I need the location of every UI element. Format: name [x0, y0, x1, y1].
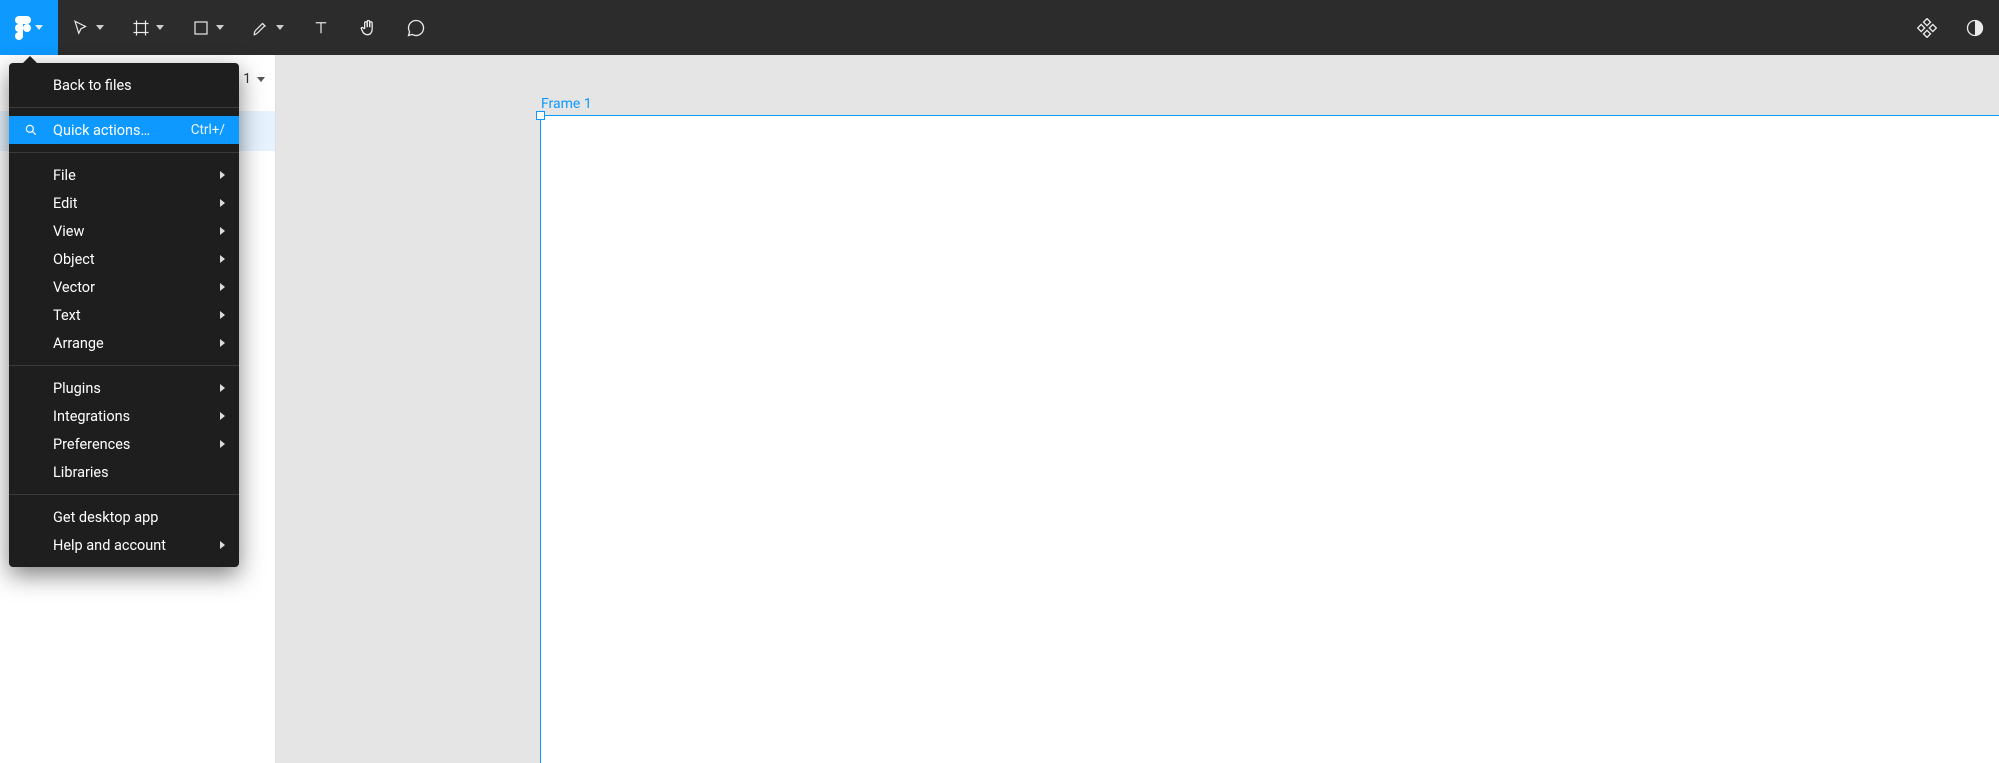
- submenu-arrow-icon: [220, 339, 225, 347]
- menu-item-label: Object: [53, 251, 95, 268]
- chevron-down-icon: [257, 77, 265, 82]
- menu-item-label: Get desktop app: [53, 509, 158, 526]
- rectangle-icon: [192, 19, 210, 37]
- submenu-arrow-icon: [220, 541, 225, 549]
- menu-divider: [9, 152, 239, 153]
- menu-item-label: Back to files: [53, 77, 132, 94]
- components-icon: [1917, 18, 1937, 38]
- shape-tool[interactable]: [178, 0, 238, 55]
- search-icon: [23, 122, 39, 138]
- hand-icon: [358, 18, 378, 38]
- resize-handle-tl[interactable]: [536, 111, 545, 120]
- chevron-down-icon: [96, 25, 104, 30]
- submenu-arrow-icon: [220, 412, 225, 420]
- main-menu-button[interactable]: [0, 0, 58, 55]
- comment-tool[interactable]: [392, 0, 440, 55]
- chevron-down-icon: [276, 25, 284, 30]
- menu-view[interactable]: View: [9, 217, 239, 245]
- menu-divider: [9, 494, 239, 495]
- menu-integrations[interactable]: Integrations: [9, 402, 239, 430]
- submenu-arrow-icon: [220, 199, 225, 207]
- menu-item-label: Arrange: [53, 335, 104, 352]
- contrast-button[interactable]: [1951, 0, 1999, 55]
- chevron-down-icon: [35, 25, 43, 30]
- menu-item-label: Integrations: [53, 408, 130, 425]
- menu-item-label: Preferences: [53, 436, 130, 453]
- canvas[interactable]: Frame 1: [276, 55, 1999, 763]
- figma-logo-icon: [15, 16, 31, 40]
- text-tool[interactable]: [298, 0, 344, 55]
- menu-item-label: Libraries: [53, 464, 109, 481]
- menu-item-label: View: [53, 223, 84, 240]
- menu-vector[interactable]: Vector: [9, 273, 239, 301]
- menu-edit[interactable]: Edit: [9, 189, 239, 217]
- text-icon: [312, 19, 330, 37]
- menu-item-label: Plugins: [53, 380, 101, 397]
- frame-label[interactable]: Frame 1: [541, 96, 592, 112]
- submenu-arrow-icon: [220, 440, 225, 448]
- toolbar: [0, 0, 1999, 55]
- menu-object[interactable]: Object: [9, 245, 239, 273]
- menu-divider: [9, 107, 239, 108]
- frame-icon: [132, 19, 150, 37]
- chevron-down-icon: [216, 25, 224, 30]
- menu-item-label: Edit: [53, 195, 78, 212]
- submenu-arrow-icon: [220, 384, 225, 392]
- submenu-arrow-icon: [220, 171, 225, 179]
- menu-back-to-files[interactable]: Back to files: [9, 71, 239, 99]
- comment-icon: [406, 18, 426, 38]
- submenu-arrow-icon: [220, 227, 225, 235]
- components-button[interactable]: [1903, 0, 1951, 55]
- pen-icon: [252, 19, 270, 37]
- menu-quick-actions[interactable]: Quick actions… Ctrl+/: [9, 116, 239, 144]
- menu-item-label: File: [53, 167, 76, 184]
- menu-item-label: Vector: [53, 279, 95, 296]
- cursor-icon: [72, 19, 90, 37]
- menu-get-desktop-app[interactable]: Get desktop app: [9, 503, 239, 531]
- menu-item-label: Help and account: [53, 537, 166, 554]
- chevron-down-icon: [156, 25, 164, 30]
- contrast-icon: [1965, 18, 1985, 38]
- menu-file[interactable]: File: [9, 161, 239, 189]
- layers-row-fragment[interactable]: 1: [243, 71, 265, 87]
- layer-name-fragment: 1: [243, 71, 251, 87]
- menu-item-label: Quick actions…: [53, 122, 150, 139]
- hand-tool[interactable]: [344, 0, 392, 55]
- menu-shortcut: Ctrl+/: [191, 122, 225, 138]
- menu-arrange[interactable]: Arrange: [9, 329, 239, 357]
- pen-tool[interactable]: [238, 0, 298, 55]
- submenu-arrow-icon: [220, 311, 225, 319]
- main-menu: Back to files Quick actions… Ctrl+/ File…: [9, 63, 239, 567]
- menu-preferences[interactable]: Preferences: [9, 430, 239, 458]
- move-tool[interactable]: [58, 0, 118, 55]
- menu-plugins[interactable]: Plugins: [9, 374, 239, 402]
- menu-help-and-account[interactable]: Help and account: [9, 531, 239, 559]
- menu-item-label: Text: [53, 307, 81, 324]
- menu-libraries[interactable]: Libraries: [9, 458, 239, 486]
- frame-tool[interactable]: [118, 0, 178, 55]
- menu-divider: [9, 365, 239, 366]
- menu-text[interactable]: Text: [9, 301, 239, 329]
- submenu-arrow-icon: [220, 255, 225, 263]
- frame-1[interactable]: Frame 1: [540, 115, 1999, 763]
- submenu-arrow-icon: [220, 283, 225, 291]
